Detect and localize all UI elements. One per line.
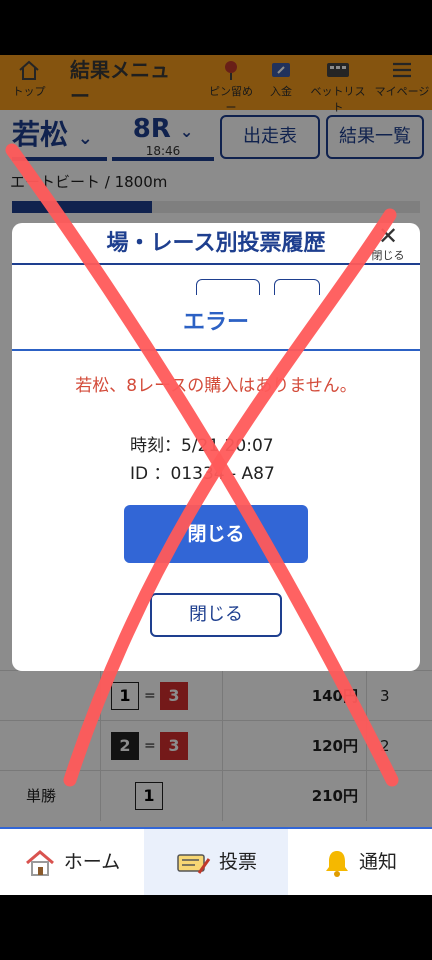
error-modal-title: エラー [12,295,420,351]
history-close-button[interactable]: 閉じる [150,593,282,637]
history-modal-title: 場・レース別投票履歴 [12,223,420,265]
bell-icon [325,850,348,877]
bottom-nav-vote[interactable]: 投票 [144,829,288,895]
bottom-nav-notify-label: 通知 [358,851,397,873]
house-icon [25,849,54,876]
bottom-nav: ホーム 投票 通知 [0,827,432,895]
error-time: 時刻：5/21 20:07 [130,436,274,456]
error-id: ID ：01334 - A87 [130,464,275,484]
bottom-nav-home-label: ホーム [63,851,121,873]
error-modal: エラー 若松、8レースの購入はありません。 時刻：5/21 20:07 ID ：… [12,295,420,585]
close-icon: ✕ [377,222,399,250]
ticket-icon [177,853,211,874]
bottom-nav-notify[interactable]: 通知 [288,829,432,895]
app-screen: トップ 結果メニュー ピン留めー 入金 ベットリスト マイページ 若松 ⌄ 8R… [0,55,432,895]
history-close-label: 閉じる [371,249,405,262]
error-message: 若松、8レースの購入はありません。 [75,376,357,396]
error-close-button[interactable]: 閉じる [124,505,308,563]
history-close-x[interactable]: ✕ 閉じる [366,222,410,263]
bottom-nav-home[interactable]: ホーム [0,829,144,895]
bottom-nav-vote-label: 投票 [218,851,257,873]
